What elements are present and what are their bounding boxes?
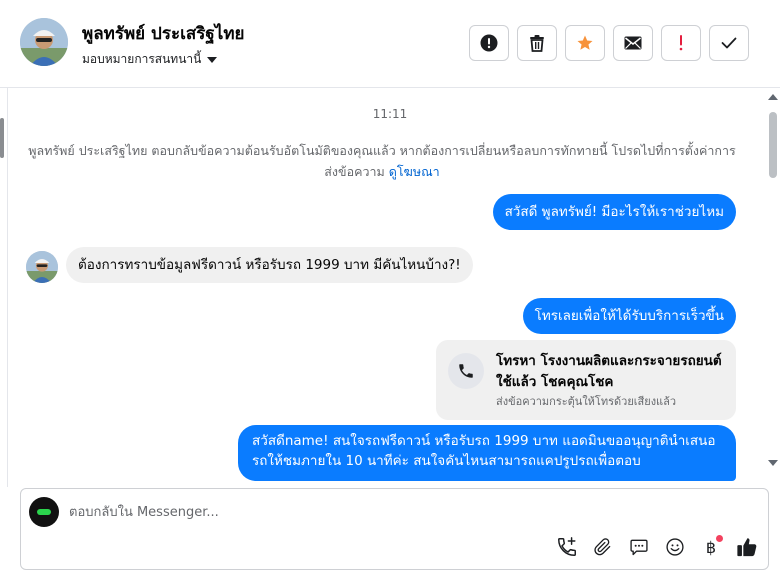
- saved-replies-button[interactable]: [627, 535, 651, 559]
- thread-scrollbar[interactable]: [764, 88, 780, 472]
- resize-handle[interactable]: [0, 118, 4, 158]
- exclamation-icon: [679, 35, 683, 51]
- add-call-icon: [558, 537, 576, 556]
- conversation-header: พูลทรัพย์ ประเสริฐไทย มอบหมายการสนทนานี้: [0, 0, 780, 88]
- assign-conversation-dropdown[interactable]: มอบหมายการสนทนานี้: [82, 50, 218, 69]
- scroll-down-arrow-icon[interactable]: [768, 460, 778, 466]
- payment-button[interactable]: ฿: [699, 535, 723, 559]
- mark-spam-button[interactable]: [469, 25, 509, 61]
- left-panel-edge: [0, 88, 8, 487]
- call-request-card[interactable]: โทรหา โรงงานผลิตและกระจายรถยนต์ใช้แล้ว โ…: [436, 340, 736, 420]
- emoji-button[interactable]: [663, 535, 687, 559]
- scroll-up-arrow-icon[interactable]: [768, 94, 778, 100]
- composer-tools: ฿: [555, 535, 759, 559]
- star-icon: [577, 35, 593, 50]
- trash-icon: [530, 35, 544, 52]
- contact-name: พูลทรัพย์ ประเสริฐไทย: [82, 24, 245, 44]
- alert-circle-icon: [480, 34, 498, 52]
- contact-avatar-small: [26, 251, 58, 283]
- reply-input[interactable]: [69, 501, 629, 523]
- attach-file-button[interactable]: [591, 535, 615, 559]
- call-card-subtitle: ส่งข้อความกระตุ้นให้โทรด้วยเสียงแล้ว: [496, 395, 677, 408]
- thumbs-up-icon: [737, 538, 757, 557]
- mark-unread-button[interactable]: [613, 25, 653, 61]
- message-bubble-outgoing: โทรเลยเพื่อให้ได้รับบริการเร็วขึ้น: [522, 298, 736, 334]
- follow-up-button[interactable]: [661, 25, 701, 61]
- like-button[interactable]: [735, 535, 759, 559]
- mail-icon: [624, 36, 642, 50]
- star-button[interactable]: [565, 25, 605, 61]
- message-composer: ฿: [20, 488, 769, 570]
- scrollbar-thumb[interactable]: [769, 112, 777, 178]
- auto-reply-notice: พูลทรัพย์ ประเสริฐไทย ตอบกลับข้อความต้อน…: [26, 140, 738, 182]
- delete-button[interactable]: [517, 25, 557, 61]
- emoji-icon: [666, 538, 684, 556]
- page-logo-icon: [37, 509, 51, 515]
- contact-avatar[interactable]: [20, 18, 68, 66]
- call-card-title: โทรหา โรงงานผลิตและกระจายรถยนต์ใช้แล้ว โ…: [496, 353, 722, 390]
- page-avatar: [29, 497, 59, 527]
- message-timestamp: 11:11: [372, 107, 408, 121]
- assign-label: มอบหมายการสนทนานี้: [82, 52, 202, 66]
- call-icon-wrapper: [448, 353, 484, 389]
- message-bubble-outgoing: สวัสดี พูลทรัพย์! มีอะไรให้เราช่วยไหม: [492, 194, 736, 230]
- baht-payment-icon: ฿: [705, 537, 717, 557]
- message-bubble-incoming: ต้องการทราบข้อมูลฟรีดาวน์ หรือรับรถ 1999…: [66, 247, 473, 283]
- chevron-down-icon: [207, 57, 218, 63]
- view-ad-link[interactable]: ดูโฆษณา: [389, 164, 440, 179]
- message-bubble-outgoing: สวัสดีname! สนใจรถฟรีดาวน์ หรือรับรถ 199…: [238, 425, 736, 481]
- notification-dot: [716, 535, 723, 542]
- check-icon: [721, 37, 737, 49]
- notice-text: พูลทรัพย์ ประเสริฐไทย ตอบกลับข้อความต้อน…: [28, 143, 736, 179]
- add-call-button[interactable]: [555, 535, 579, 559]
- mark-done-button[interactable]: [709, 25, 749, 61]
- attach-icon: [594, 538, 611, 556]
- header-actions: [469, 25, 749, 61]
- saved-replies-icon: [630, 539, 648, 556]
- phone-icon: [459, 364, 473, 378]
